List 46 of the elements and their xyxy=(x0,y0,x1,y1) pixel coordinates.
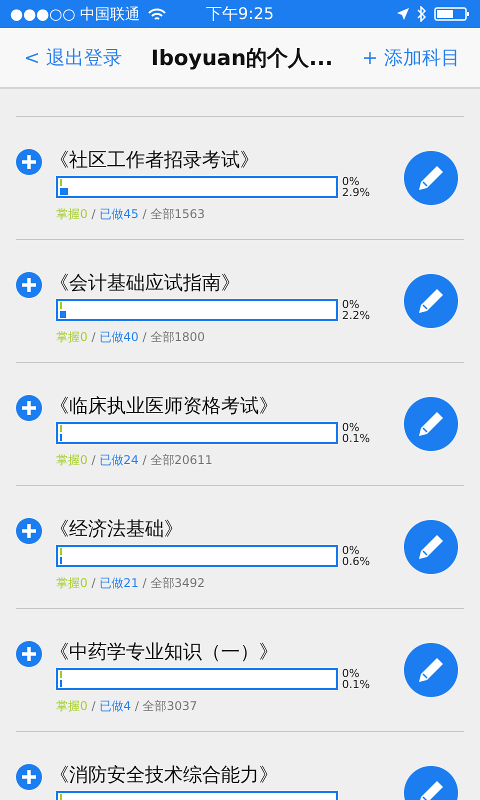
subject-title: 《经济法基础》 xyxy=(50,517,184,542)
done-percent: 0.1% xyxy=(342,679,370,690)
pencil-icon xyxy=(416,409,446,439)
edit-button[interactable] xyxy=(404,643,458,697)
bluetooth-icon xyxy=(417,6,426,22)
page-title: Iboyuan的个人... xyxy=(151,44,333,72)
mastered-percent: 0% xyxy=(342,299,360,310)
subject-title: 《中药学专业知识（一）》 xyxy=(50,640,279,665)
subject-stats: 掌握0 / 已做21 / 全部3492 xyxy=(56,575,206,592)
plus-icon[interactable] xyxy=(16,395,42,421)
done-percent: 2.2% xyxy=(342,310,370,321)
done-percent: 0.6% xyxy=(342,556,370,567)
edit-button[interactable] xyxy=(404,274,458,328)
mastered-percent: 0% xyxy=(342,176,360,187)
mastered-percent: 0% xyxy=(342,668,360,679)
plus-icon[interactable] xyxy=(16,149,42,175)
carrier-text: ●●●○○ 中国联通 xyxy=(10,4,140,24)
subject-title: 《会计基础应试指南》 xyxy=(50,271,241,296)
subject-stats: 掌握0 / 已做24 / 全部20611 xyxy=(56,452,214,469)
pencil-icon xyxy=(416,163,446,193)
edit-button[interactable] xyxy=(404,397,458,451)
add-subject-link[interactable]: + 添加科目 xyxy=(362,44,460,70)
battery-icon xyxy=(434,7,470,21)
wifi-icon xyxy=(148,8,166,20)
edit-button[interactable] xyxy=(404,151,458,205)
pencil-icon xyxy=(416,655,446,685)
subject-stats: 掌握0 / 已做45 / 全部1563 xyxy=(56,206,206,223)
pencil-icon xyxy=(416,532,446,562)
edit-button[interactable] xyxy=(404,520,458,574)
plus-icon[interactable] xyxy=(16,764,42,790)
subject-stats: 掌握0 / 已做4 / 全部3037 xyxy=(56,698,198,715)
done-percent: 0.1% xyxy=(342,433,370,444)
subject-stats: 掌握0 / 已做40 / 全部1800 xyxy=(56,329,206,346)
mastered-percent: 0% xyxy=(342,422,360,433)
location-icon xyxy=(397,8,409,20)
clock-text: 下午9:25 xyxy=(205,4,275,24)
plus-icon[interactable] xyxy=(16,641,42,667)
subject-title: 《社区工作者招录考试》 xyxy=(50,148,260,173)
plus-icon[interactable] xyxy=(16,518,42,544)
subject-title: 《临床执业医师资格考试》 xyxy=(50,394,279,419)
subject-title: 《消防安全技术综合能力》 xyxy=(50,763,279,788)
logout-link[interactable]: < 退出登录 xyxy=(24,44,122,70)
pencil-icon xyxy=(416,286,446,316)
plus-icon[interactable] xyxy=(16,272,42,298)
done-percent: 2.9% xyxy=(342,187,370,198)
mastered-percent: 0% xyxy=(342,545,360,556)
